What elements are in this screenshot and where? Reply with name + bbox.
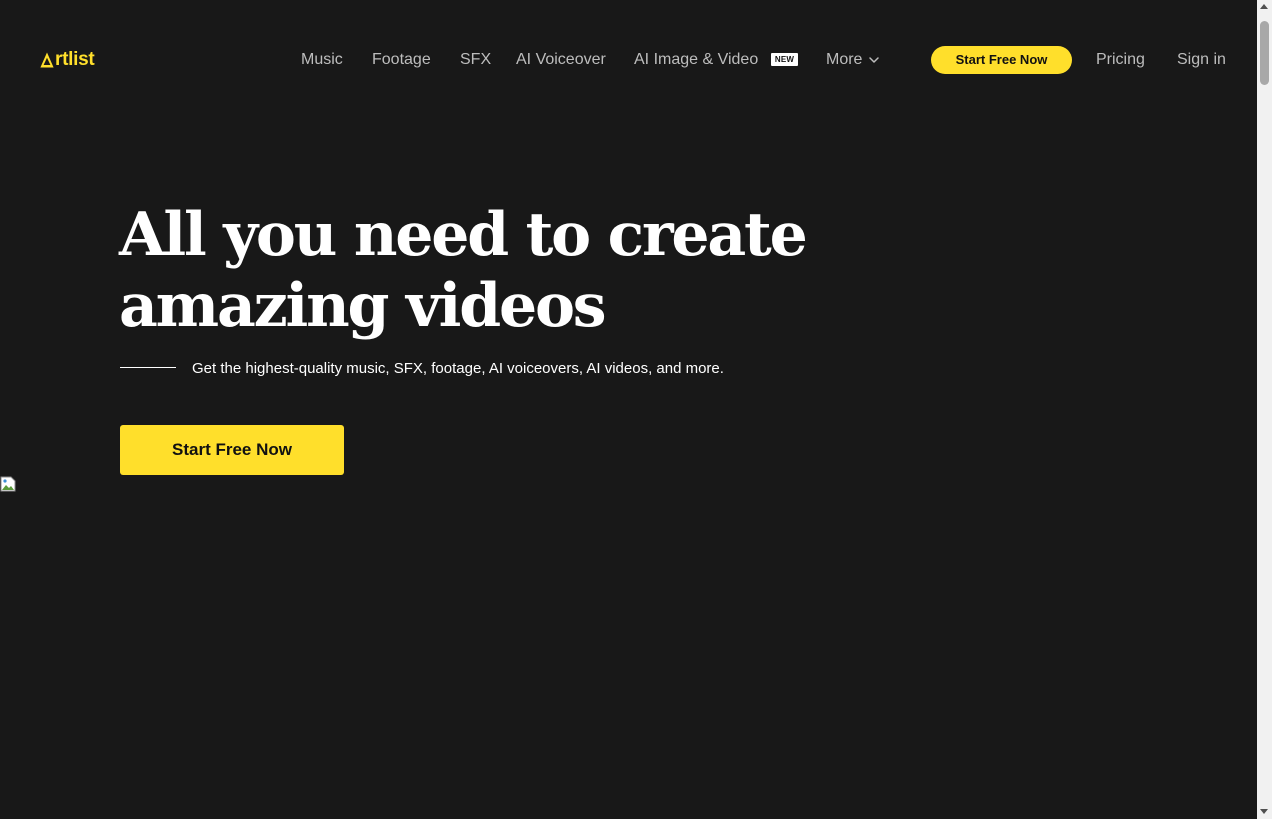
- logo-text: rtlist: [55, 49, 95, 70]
- new-badge: NEW: [771, 53, 798, 66]
- artlist-logo[interactable]: rtlist: [40, 48, 95, 72]
- scroll-up-arrow-icon[interactable]: [1260, 4, 1268, 9]
- nav-pricing[interactable]: Pricing: [1096, 50, 1145, 70]
- hero-title-line-2: amazing videos: [119, 271, 607, 341]
- hero-subtitle: Get the highest-quality music, SFX, foot…: [192, 360, 724, 377]
- chevron-down-icon[interactable]: [868, 54, 880, 66]
- hero-start-free-button[interactable]: Start Free Now: [120, 425, 344, 475]
- nav-sfx[interactable]: SFX: [460, 50, 491, 70]
- nav-footage[interactable]: Footage: [372, 50, 431, 70]
- vertical-scrollbar[interactable]: [1257, 0, 1272, 819]
- header-start-free-button[interactable]: Start Free Now: [931, 46, 1072, 74]
- nav-ai-voiceover[interactable]: AI Voiceover: [516, 50, 606, 70]
- scrollbar-thumb[interactable]: [1260, 21, 1269, 85]
- hero-title-line-1: All you need to create: [119, 200, 808, 270]
- hero-divider: [120, 367, 176, 368]
- page: rtlist Music Footage SFX AI Voiceover AI…: [0, 0, 1257, 819]
- nav-sign-in[interactable]: Sign in: [1177, 50, 1226, 70]
- nav-ai-image-video[interactable]: AI Image & Video: [634, 50, 758, 70]
- triangle-a-logo-icon: [40, 52, 54, 68]
- scroll-down-arrow-icon[interactable]: [1260, 809, 1268, 814]
- nav-music[interactable]: Music: [301, 50, 343, 70]
- nav-more[interactable]: More: [826, 50, 862, 70]
- hero-title: All you need to create amazing videos: [119, 200, 879, 342]
- broken-image-icon: [0, 476, 16, 492]
